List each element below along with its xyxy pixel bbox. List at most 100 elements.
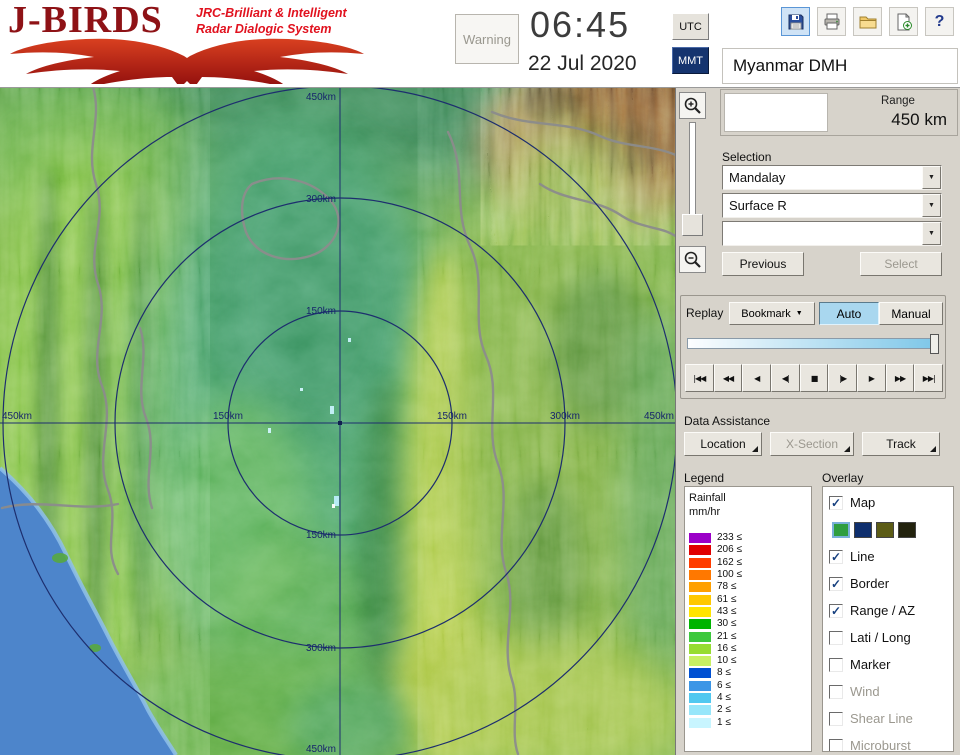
- ring-label-150-top: 150km: [306, 306, 336, 317]
- track-button[interactable]: Track: [862, 432, 940, 456]
- legend-color-swatch: [689, 594, 711, 605]
- ring-label-300-bottom: 300km: [306, 643, 336, 654]
- replay-slider-handle[interactable]: [930, 334, 939, 354]
- extra-select[interactable]: ▼: [722, 221, 942, 246]
- overlay-item-marker[interactable]: Marker: [829, 651, 953, 678]
- chevron-down-icon[interactable]: ▼: [922, 166, 941, 189]
- legend-rows: 233 ≤206 ≤162 ≤100 ≤78 ≤61 ≤43 ≤30 ≤21 ≤…: [689, 532, 807, 729]
- playback-stop-button[interactable]: ■: [799, 364, 829, 392]
- checkbox-range-az[interactable]: ✓: [829, 603, 843, 618]
- legend-color-swatch: [689, 668, 711, 679]
- legend-color-swatch: [689, 582, 711, 593]
- ring-label-150-left: 150km: [213, 411, 243, 422]
- playback-jump-start-button[interactable]: |◀◀: [685, 364, 714, 392]
- legend-value: 162 ≤: [717, 556, 742, 568]
- checkbox-wind[interactable]: [829, 684, 843, 699]
- previous-button[interactable]: Previous: [722, 252, 804, 276]
- legend-value: 8 ≤: [717, 667, 731, 679]
- overlay-label: Border: [850, 576, 890, 591]
- ring-label-450-bottom: 450km: [306, 744, 336, 755]
- replay-timeline-slider[interactable]: [687, 334, 939, 354]
- overlay-item-shear-line[interactable]: Shear Line: [829, 705, 953, 732]
- manual-mode-button[interactable]: Manual: [879, 302, 943, 325]
- zoom-slider-track[interactable]: [689, 122, 696, 222]
- station-title: Myanmar DMH: [722, 48, 958, 84]
- toolbar: ?: [781, 7, 954, 36]
- legend-row: 43 ≤: [689, 606, 807, 618]
- chevron-down-icon[interactable]: ▼: [922, 194, 941, 217]
- bookmark-button[interactable]: Bookmark ▼: [729, 302, 815, 325]
- data-assistance-label: Data Assistance: [684, 414, 771, 428]
- map-style-swatch[interactable]: [854, 521, 872, 538]
- overlay-item-line[interactable]: ✓ Line: [829, 543, 953, 570]
- export-button[interactable]: [889, 7, 918, 36]
- xsection-button[interactable]: X-Section: [770, 432, 854, 456]
- checkbox-border[interactable]: ✓: [829, 576, 843, 591]
- legend-color-swatch: [689, 533, 711, 544]
- overlay-item-range-az[interactable]: ✓ Range / AZ: [829, 597, 953, 624]
- legend-row: 1 ≤: [689, 716, 807, 728]
- zoom-out-button[interactable]: [679, 246, 706, 273]
- playback-back-button[interactable]: ◀: [742, 364, 772, 392]
- legend-value: 21 ≤: [717, 630, 737, 642]
- checkbox-marker[interactable]: [829, 657, 843, 672]
- overlay-item-lati-long[interactable]: Lati / Long: [829, 624, 953, 651]
- overlay-label: Line: [850, 549, 875, 564]
- overlay-item-wind[interactable]: Wind: [829, 678, 953, 705]
- selection-label: Selection: [722, 150, 772, 164]
- playback-step-forward-button[interactable]: |▶: [828, 364, 858, 392]
- utc-toggle-button[interactable]: UTC: [672, 13, 709, 40]
- legend-color-swatch: [689, 705, 711, 716]
- replay-label: Replay: [686, 306, 724, 320]
- map-style-swatch[interactable]: [832, 521, 850, 538]
- mmt-toggle-button[interactable]: MMT: [672, 47, 709, 74]
- product-select-value: Surface R: [729, 198, 787, 213]
- open-folder-button[interactable]: [853, 7, 882, 36]
- ring-label-300-right: 300km: [550, 411, 580, 422]
- product-select[interactable]: Surface R ▼: [722, 193, 942, 218]
- playback-forward-button[interactable]: ▶: [857, 364, 886, 392]
- legend-value: 10 ≤: [717, 655, 737, 667]
- overlay-panel: ✓ Map ✓ Line ✓ Border ✓ Range / AZ Lati / Long Ma…: [822, 486, 954, 752]
- overlay-item-border[interactable]: ✓ Border: [829, 570, 953, 597]
- legend-row: 61 ≤: [689, 593, 807, 605]
- printer-icon: [824, 13, 839, 29]
- save-button[interactable]: [781, 7, 810, 36]
- bookmark-button-label: Bookmark: [741, 307, 791, 320]
- playback-fast-forward-button[interactable]: ▶▶: [885, 364, 915, 392]
- radar-map[interactable]: 450km 300km 150km 150km 300km 450km 450k…: [0, 88, 676, 755]
- checkbox-shear-line[interactable]: [829, 711, 843, 726]
- map-style-swatch[interactable]: [876, 521, 894, 538]
- legend-color-swatch: [689, 656, 711, 667]
- checkbox-map[interactable]: ✓: [829, 495, 843, 510]
- zoom-in-button[interactable]: [679, 92, 706, 119]
- app-subtitle-line1: JRC-Brilliant & Intelligent: [196, 6, 347, 20]
- overlay-item-map[interactable]: ✓ Map: [829, 489, 953, 516]
- ring-label-300-top: 300km: [306, 194, 336, 205]
- site-select[interactable]: Mandalay ▼: [722, 165, 942, 190]
- legend-row: 30 ≤: [689, 618, 807, 630]
- playback-jump-end-button[interactable]: ▶▶|: [914, 364, 944, 392]
- legend-color-swatch: [689, 693, 711, 703]
- checkbox-line[interactable]: ✓: [829, 549, 843, 564]
- chevron-down-icon[interactable]: ▼: [922, 222, 941, 245]
- legend-row: 2 ≤: [689, 704, 807, 716]
- select-button[interactable]: Select: [860, 252, 942, 276]
- auto-mode-button[interactable]: Auto: [819, 302, 879, 325]
- playback-rewind-button[interactable]: ◀◀: [713, 364, 743, 392]
- map-style-swatch[interactable]: [898, 521, 916, 538]
- zoom-slider-handle[interactable]: [682, 214, 703, 236]
- clock-time: 06:45: [530, 4, 631, 45]
- checkbox-microburst[interactable]: [829, 738, 843, 751]
- checkbox-lati-long[interactable]: [829, 630, 843, 645]
- map-style-swatches: [829, 516, 953, 543]
- playback-step-back-button[interactable]: ◀|: [771, 364, 800, 392]
- radar-map-canvas: 450km 300km 150km 150km 300km 450km 450k…: [0, 88, 675, 755]
- radar-site-marker: [338, 421, 342, 425]
- help-button[interactable]: ?: [925, 7, 954, 36]
- warning-button[interactable]: Warning: [455, 14, 519, 64]
- print-button[interactable]: [817, 7, 846, 36]
- overlay-label: Microburst: [850, 738, 911, 752]
- location-button[interactable]: Location: [684, 432, 762, 456]
- overlay-item-microburst[interactable]: Microburst: [829, 732, 953, 752]
